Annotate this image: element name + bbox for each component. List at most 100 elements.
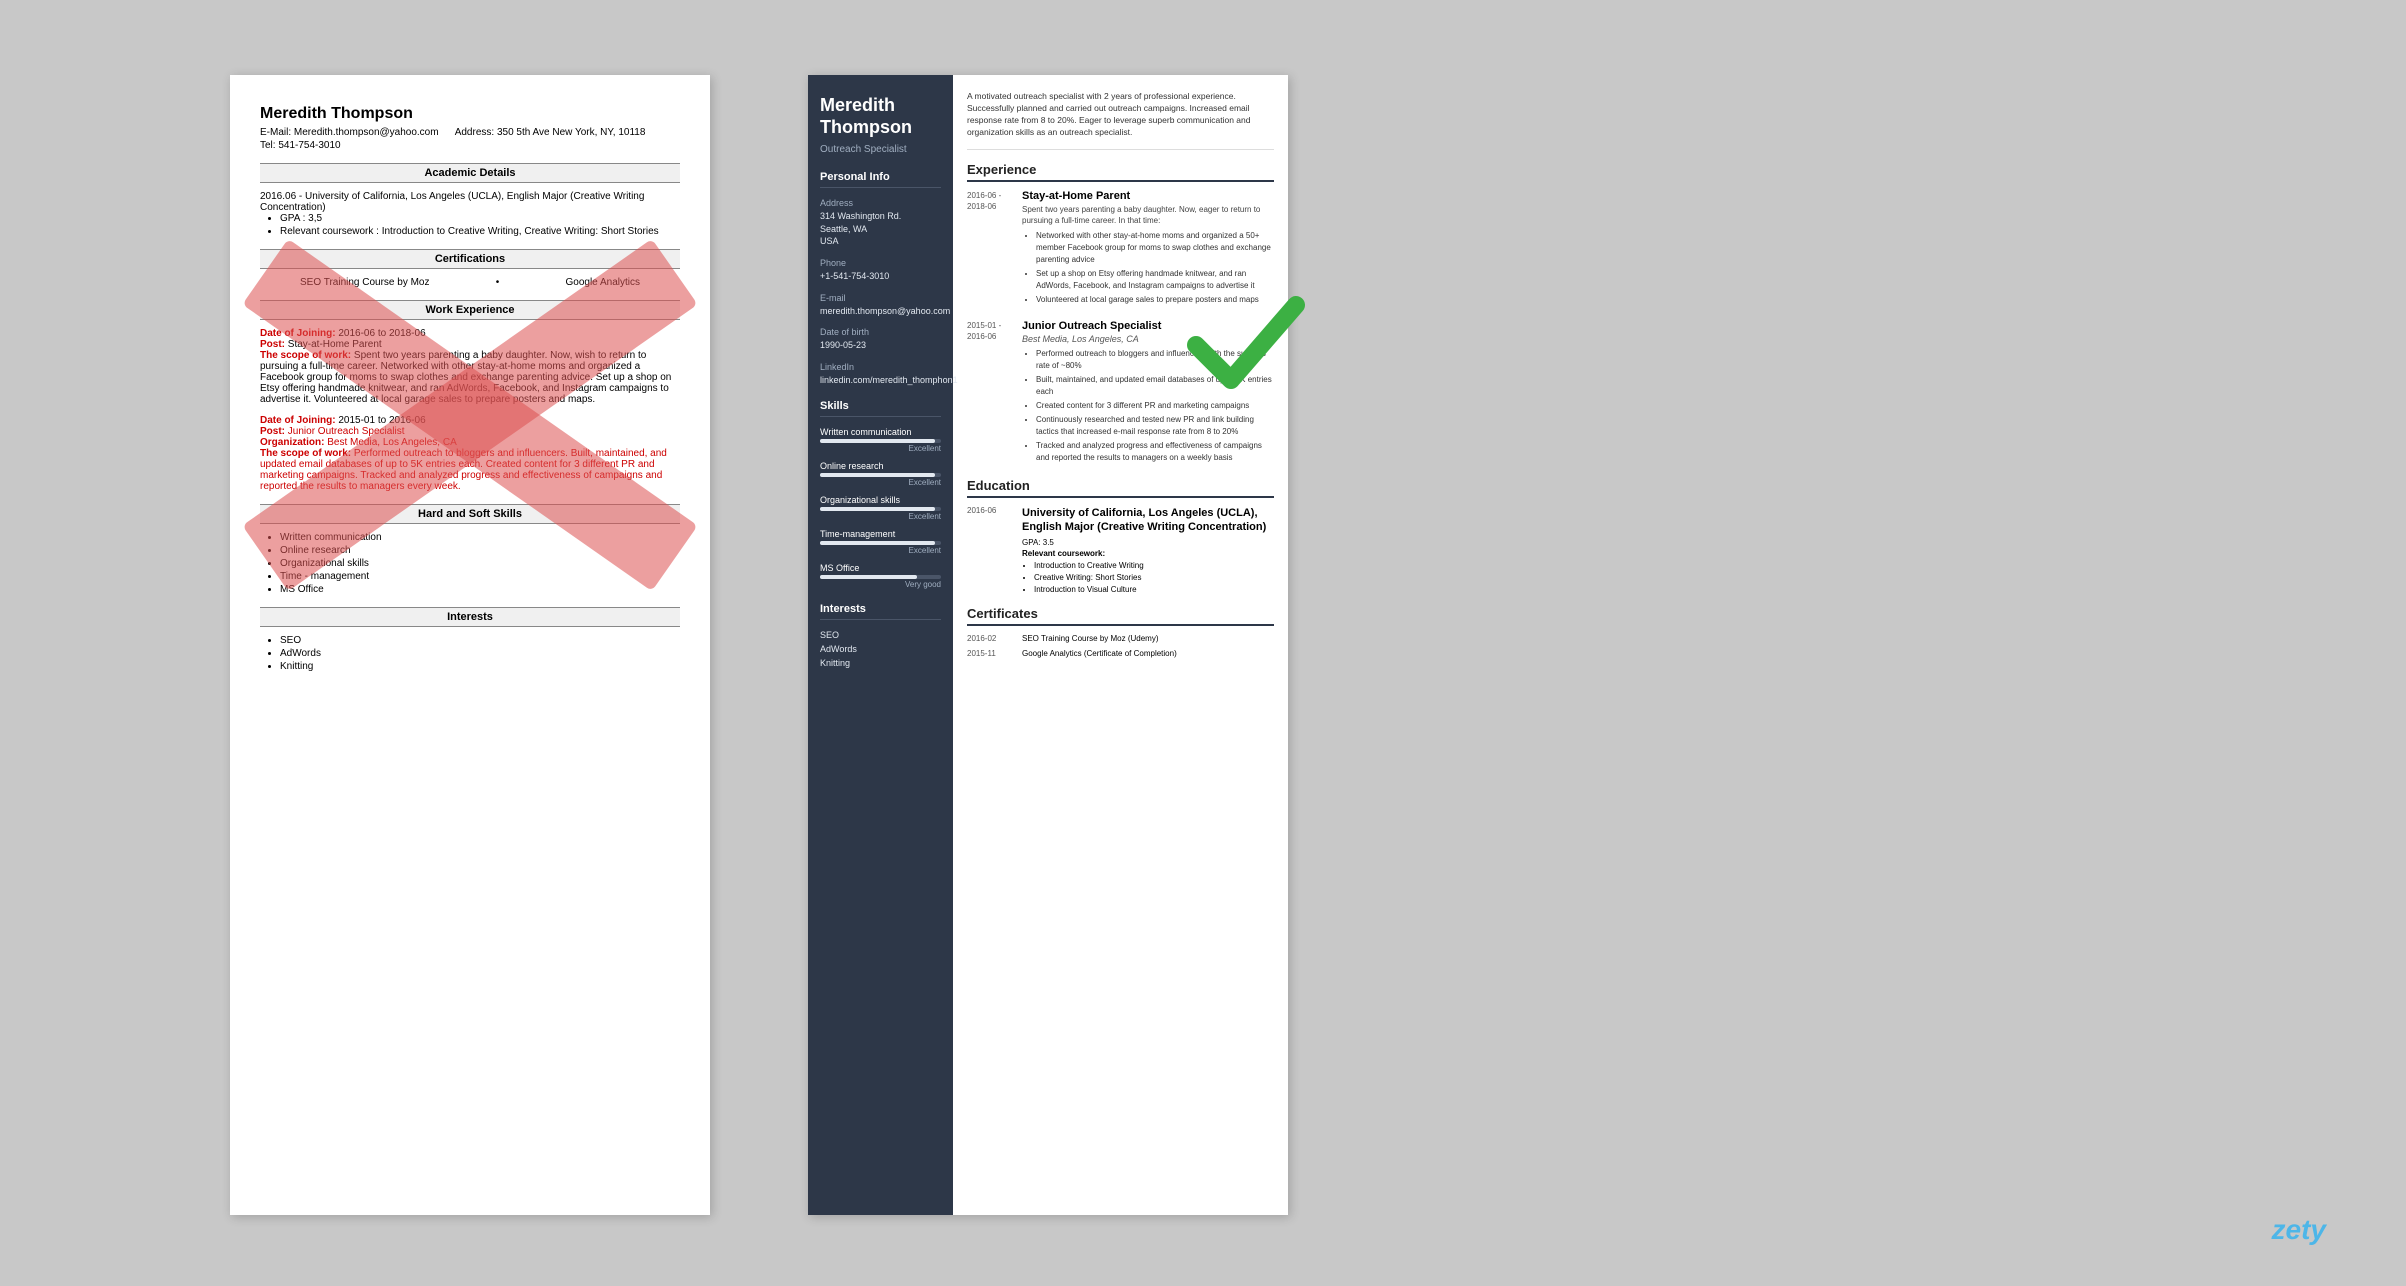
work-date-val-1: 2016-06 to 2018-06 xyxy=(338,328,425,339)
edu-gpa-r: GPA: 3.5 xyxy=(1022,538,1274,547)
personal-info-label: Personal Info xyxy=(820,171,941,188)
work-post-val-1: Stay-at-Home Parent xyxy=(288,339,382,350)
edu-coursework: Relevant coursework : Introduction to Cr… xyxy=(280,226,680,237)
left-tel-line: Tel: 541-754-3010 xyxy=(260,140,680,151)
phone-value: +1-541-754-3010 xyxy=(820,270,941,283)
work-date-label-2: Date of Joining: 2015-01 to 2016-06 xyxy=(260,415,680,426)
skill-level-1: Excellent xyxy=(820,444,941,453)
skill-bar-fill-4 xyxy=(820,541,935,545)
left-email-line: E-Mail: Meredith.thompson@yahoo.com Addr… xyxy=(260,127,680,138)
skill-level-2: Excellent xyxy=(820,478,941,487)
dob-value: 1990-05-23 xyxy=(820,339,941,352)
right-title: Outreach Specialist xyxy=(820,144,941,155)
address-item: Address 314 Washington Rd. Seattle, WA U… xyxy=(820,198,941,248)
skill-bar-3: Organizational skills Excellent xyxy=(820,495,941,521)
edu-coursework-label-r: Relevant coursework: xyxy=(1022,549,1274,558)
edu-entry-r: 2016-06 University of California, Los An… xyxy=(967,506,1274,596)
work-entry-2: Date of Joining: 2015-01 to 2016-06 Post… xyxy=(260,415,680,492)
skill-bar-5: MS Office Very good xyxy=(820,563,941,589)
edu-course-1: Creative Writing: Short Stories xyxy=(1034,572,1274,584)
address-label: Address: xyxy=(455,127,494,138)
skill-bar-fill-1 xyxy=(820,439,935,443)
tel-value: 541-754-3010 xyxy=(278,140,340,151)
interests-section-label: Interests xyxy=(820,603,941,620)
address-line2: Seattle, WA xyxy=(820,223,941,236)
cert-name-1: SEO Training Course by Moz (Udemy) xyxy=(1022,634,1159,643)
work-org-val-2: Best Media, Los Angeles, CA xyxy=(327,437,457,448)
interests-header: Interests xyxy=(260,607,680,627)
left-name: Meredith Thompson xyxy=(260,105,680,123)
address-label: Address xyxy=(820,198,941,208)
edu-content-r: University of California, Los Angeles (U… xyxy=(1022,506,1274,596)
work-scope-1: The scope of work: Spent two years paren… xyxy=(260,350,680,405)
exp-bullet-2-4: Tracked and analyzed progress and effect… xyxy=(1036,440,1274,464)
left-resume: Meredith Thompson E-Mail: Meredith.thomp… xyxy=(230,75,710,1215)
skill-4: Time - management xyxy=(280,571,680,582)
skill-bar-4: Time-management Excellent xyxy=(820,529,941,555)
phone-item: Phone +1-541-754-3010 xyxy=(820,258,941,283)
interest-r-1: SEO xyxy=(820,630,941,640)
work-entry-1: Date of Joining: 2016-06 to 2018-06 Post… xyxy=(260,328,680,405)
exp-bullet-2-3: Continuously researched and tested new P… xyxy=(1036,414,1274,438)
exp-desc-1: Spent two years parenting a baby daughte… xyxy=(1022,204,1274,226)
email-item: E-mail meredith.thompson@yahoo.com xyxy=(820,293,941,318)
work-date-1: Date of Joining: xyxy=(260,328,336,339)
skill-name-2: Online research xyxy=(820,461,941,471)
skill-bar-2: Online research Excellent xyxy=(820,461,941,487)
work-post-2: Post: Junior Outreach Specialist xyxy=(260,426,680,437)
skill-name-5: MS Office xyxy=(820,563,941,573)
right-resume: Meredith Thompson Outreach Specialist Pe… xyxy=(808,75,1288,1215)
interest-1: SEO xyxy=(280,635,680,646)
skill-bar-bg-1 xyxy=(820,439,941,443)
green-check-overlay xyxy=(1181,280,1311,415)
skill-bar-bg-5 xyxy=(820,575,941,579)
address-line1: 314 Washington Rd. xyxy=(820,210,941,223)
cert-2: Google Analytics xyxy=(565,277,640,288)
cert-date-1: 2016-02 xyxy=(967,634,1022,643)
edu-school-r: University of California, Los Angeles (U… xyxy=(1022,506,1274,535)
exp-date-1: 2016-06 - 2018-06 xyxy=(967,190,1022,308)
interest-r-3: Knitting xyxy=(820,658,941,668)
skill-2: Online research xyxy=(280,545,680,556)
right-main: A motivated outreach specialist with 2 y… xyxy=(953,75,1288,1215)
work-date-label-1: Date of Joining: 2016-06 to 2018-06 xyxy=(260,328,680,339)
skill-level-3: Excellent xyxy=(820,512,941,521)
skills-section-label: Skills xyxy=(820,400,941,417)
skill-bar-bg-4 xyxy=(820,541,941,545)
email-label-r: E-mail xyxy=(820,293,941,303)
edu-date-r: 2016-06 xyxy=(967,506,1022,596)
right-summary: A motivated outreach specialist with 2 y… xyxy=(967,91,1274,150)
interest-r-2: AdWords xyxy=(820,644,941,654)
interest-2: AdWords xyxy=(280,648,680,659)
cert-item: SEO Training Course by Moz • Google Anal… xyxy=(260,277,680,288)
work-scope-2: The scope of work: Performed outreach to… xyxy=(260,448,680,492)
skill-5: MS Office xyxy=(280,584,680,595)
skill-name-3: Organizational skills xyxy=(820,495,941,505)
exp-title-1: Stay-at-Home Parent xyxy=(1022,190,1274,202)
work-header: Work Experience xyxy=(260,300,680,320)
phone-label: Phone xyxy=(820,258,941,268)
academic-header: Academic Details xyxy=(260,163,680,183)
dob-label: Date of birth xyxy=(820,327,941,337)
skill-level-5: Very good xyxy=(820,580,941,589)
skill-bar-bg-2 xyxy=(820,473,941,477)
skill-bar-fill-2 xyxy=(820,473,935,477)
exp-date-2: 2015-01 - 2016-06 xyxy=(967,320,1022,466)
linkedin-value: linkedin.com/meredith_thomphon1 xyxy=(820,374,941,387)
cert-header: Certifications xyxy=(260,249,680,269)
skill-bar-fill-5 xyxy=(820,575,917,579)
skill-name-4: Time-management xyxy=(820,529,941,539)
cert-bullet: • xyxy=(496,277,500,288)
edu-entry: 2016.06 - University of California, Los … xyxy=(260,191,680,237)
cert-entry-2: 2015-11 Google Analytics (Certificate of… xyxy=(967,649,1274,658)
cert-1: SEO Training Course by Moz xyxy=(300,277,430,288)
skill-bar-fill-3 xyxy=(820,507,935,511)
email-label: E-Mail: xyxy=(260,127,291,138)
interests-list: SEO AdWords Knitting xyxy=(260,635,680,672)
skill-level-4: Excellent xyxy=(820,546,941,555)
skills-header: Hard and Soft Skills xyxy=(260,504,680,524)
cert-name-2: Google Analytics (Certificate of Complet… xyxy=(1022,649,1177,658)
right-sidebar: Meredith Thompson Outreach Specialist Pe… xyxy=(808,75,953,1215)
cert-date-2: 2015-11 xyxy=(967,649,1022,658)
edu-text: 2016.06 - University of California, Los … xyxy=(260,191,644,213)
